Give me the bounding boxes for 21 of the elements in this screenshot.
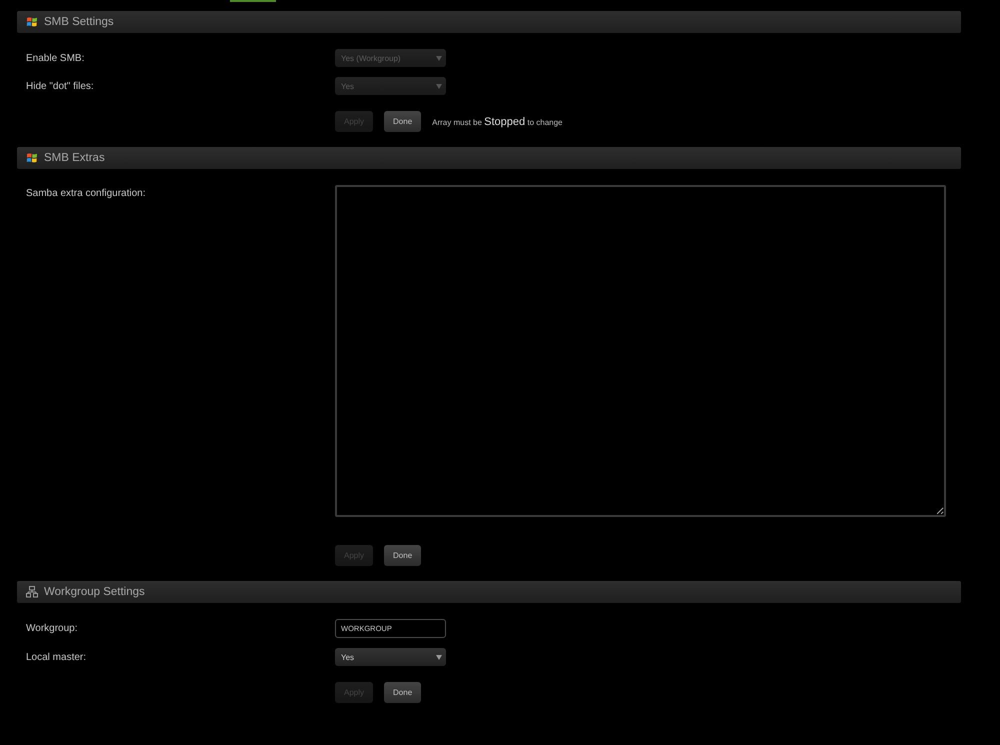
text-area[interactable] [335,185,946,517]
windows-logo-icon [26,152,38,164]
action-button[interactable]: Done [384,111,422,132]
caret-icon [436,56,442,60]
field-label: Hide "dot" files: [26,80,94,92]
network-icon [26,586,38,598]
field-label: Local master: [26,652,86,662]
section-title: Workgroup Settings [44,586,145,598]
caret-icon [436,654,442,660]
field-label: Workgroup: [26,623,78,634]
status-note: Array must be Stopped to change [432,116,563,128]
action-button[interactable]: Done [384,682,422,703]
dropdown[interactable]: Yes [335,648,446,666]
windows-logo-icon [26,16,38,28]
action-button[interactable]: Done [384,545,422,566]
caret-icon [436,84,442,88]
field-label: Enable SMB: [26,52,84,64]
field-label: Samba extra configuration: [26,187,146,199]
section-title: SMB Extras [44,152,105,164]
tab-indicator [230,0,276,2]
section-title: SMB Settings [44,16,114,28]
